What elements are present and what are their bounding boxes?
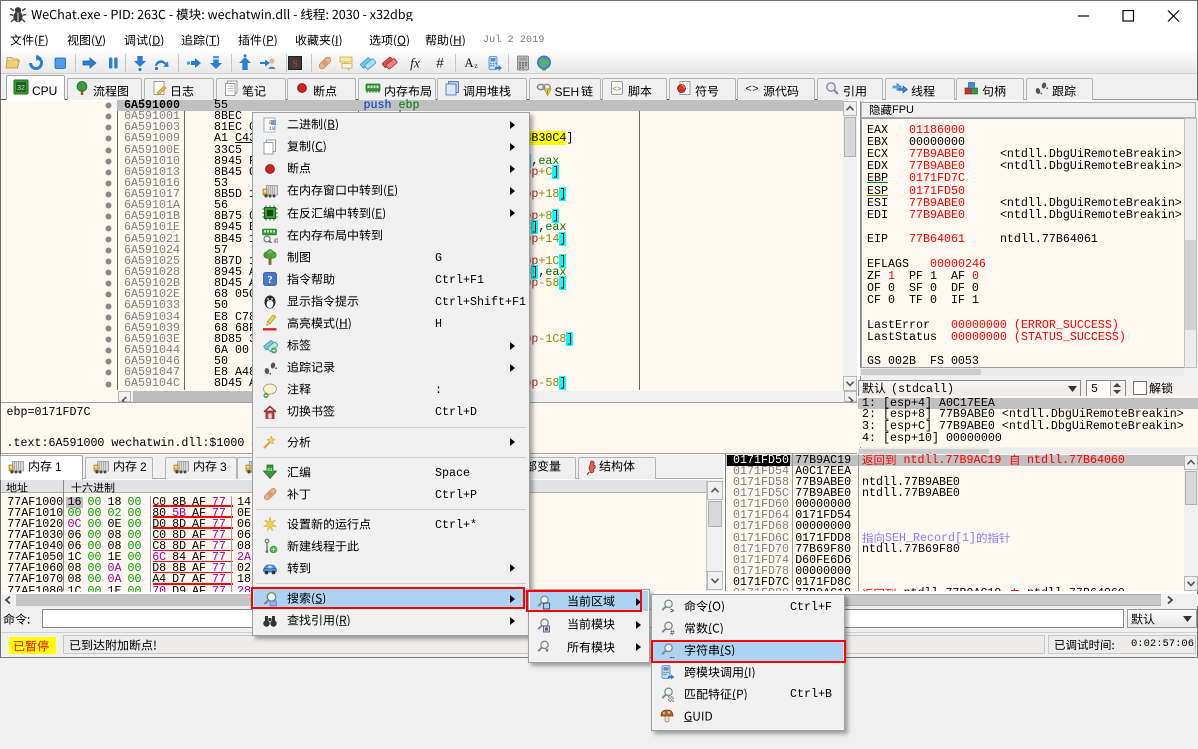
svg-text:32: 32 [17, 85, 25, 92]
svg-text:#: # [436, 56, 444, 71]
svg-text:#: # [670, 629, 675, 637]
svg-text:?: ? [268, 275, 273, 286]
svg-text:01: 01 [267, 467, 273, 473]
svg-text:z: z [474, 61, 478, 70]
svg-text:S: S [292, 59, 298, 70]
svg-text:<>: <> [612, 86, 622, 94]
svg-text:>: > [670, 608, 674, 614]
svg-text:fx: fx [410, 56, 420, 71]
svg-text:10: 10 [269, 126, 275, 132]
svg-text:<>: <> [745, 84, 758, 96]
svg-text:*: * [545, 647, 549, 655]
svg-text:@: @ [274, 238, 279, 243]
svg-text:A: A [464, 56, 473, 70]
